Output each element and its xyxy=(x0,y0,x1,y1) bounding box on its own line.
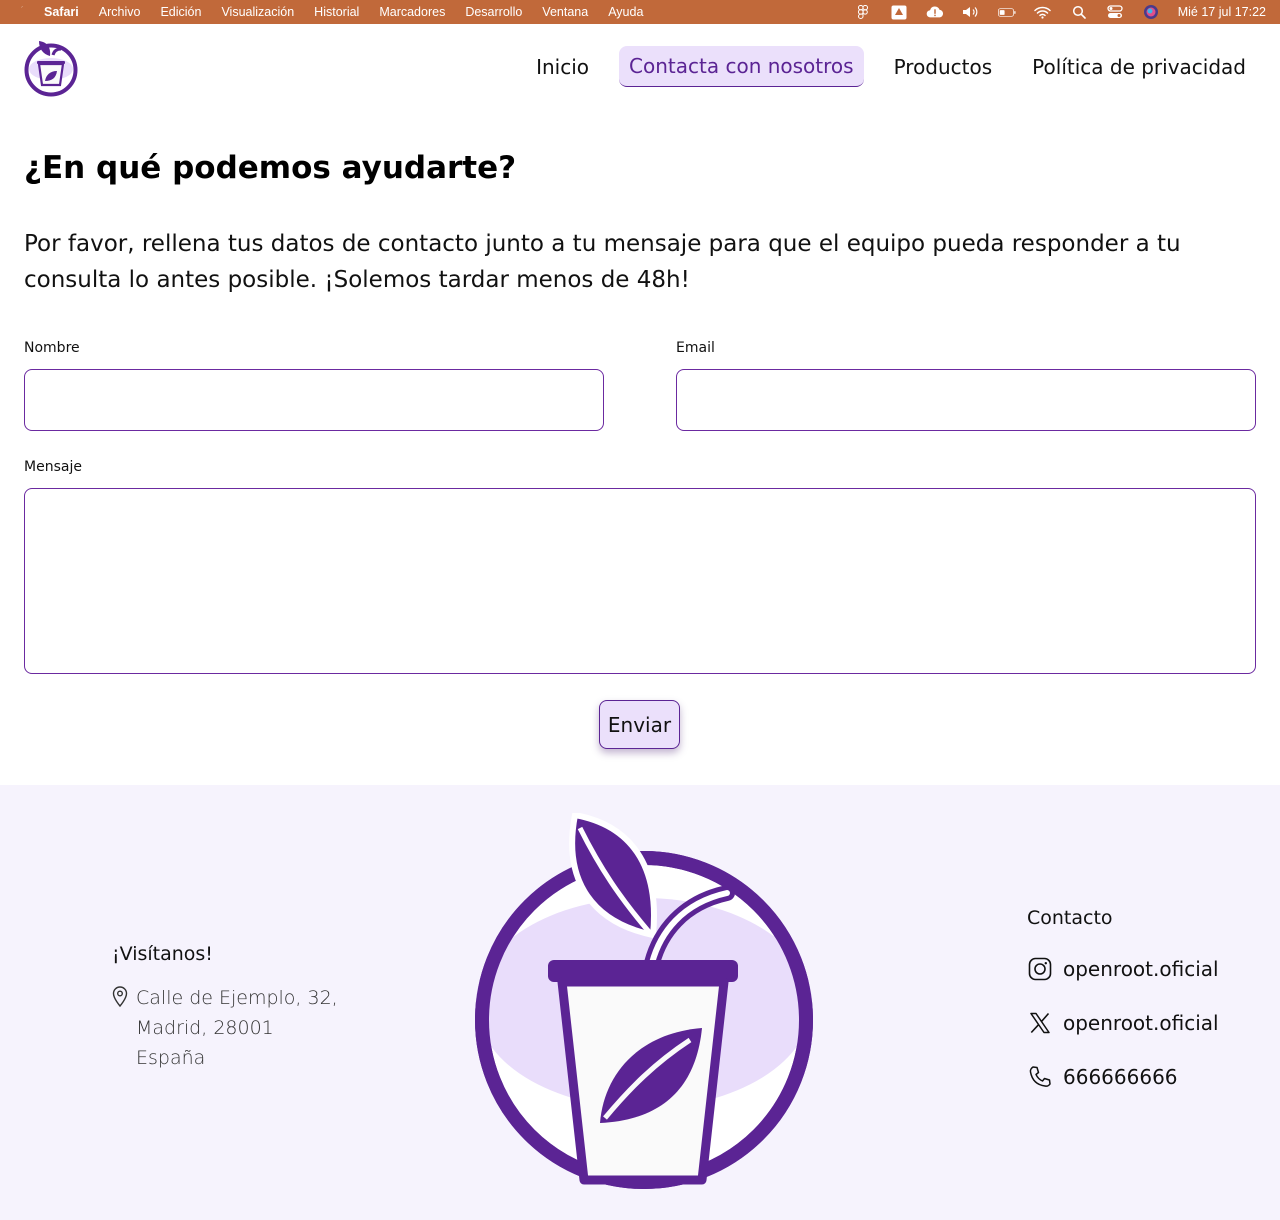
menu-marcadores[interactable]: Marcadores xyxy=(379,5,445,19)
contact-text: openroot.oficial xyxy=(1063,1010,1219,1035)
menu-archivo[interactable]: Archivo xyxy=(99,5,141,19)
menu-ventana[interactable]: Ventana xyxy=(542,5,588,19)
contact-title: Contacto xyxy=(1027,907,1113,929)
siri-icon[interactable] xyxy=(1142,5,1160,19)
contact-phone[interactable]: 666666666 xyxy=(1027,1064,1178,1089)
address-line: España xyxy=(136,1047,206,1069)
nav-inicio[interactable]: Inicio xyxy=(526,47,599,87)
menu-desarrollo[interactable]: Desarrollo xyxy=(465,5,522,19)
email-label: Email xyxy=(676,340,715,356)
message-label: Mensaje xyxy=(24,459,82,475)
figma-icon[interactable] xyxy=(854,5,872,19)
name-input[interactable] xyxy=(24,369,604,431)
menu-ayuda[interactable]: Ayuda xyxy=(608,5,643,19)
message-textarea[interactable] xyxy=(24,488,1256,674)
instagram-icon xyxy=(1027,956,1052,981)
menu-historial[interactable]: Historial xyxy=(314,5,359,19)
site-header: Inicio Contacta con nosotros Productos P… xyxy=(0,24,1280,110)
email-input[interactable] xyxy=(676,369,1256,431)
intro-text: Por favor, rellena tus datos de contacto… xyxy=(24,231,1181,293)
main-nav: Inicio Contacta con nosotros Productos P… xyxy=(526,46,1256,87)
nav-productos[interactable]: Productos xyxy=(884,47,1003,87)
contact-instagram[interactable]: openroot.oficial xyxy=(1027,956,1219,981)
nav-privacidad[interactable]: Política de privacidad xyxy=(1022,47,1256,87)
contact-x[interactable]: openroot.oficial xyxy=(1027,1010,1219,1035)
menu-edicion[interactable]: Edición xyxy=(160,5,201,19)
menu-visualizacion[interactable]: Visualización xyxy=(221,5,294,19)
site-logo[interactable] xyxy=(24,37,78,97)
footer-logo xyxy=(470,811,820,1193)
submit-button[interactable]: Enviar xyxy=(599,700,680,749)
volume-icon[interactable] xyxy=(962,5,980,19)
wifi-icon[interactable] xyxy=(1034,5,1052,19)
macos-menu-bar: Safari Archivo Edición Visualización His… xyxy=(0,0,1280,24)
menubar-clock[interactable]: Mié 17 jul 17:22 xyxy=(1178,5,1266,19)
search-icon[interactable] xyxy=(1070,5,1088,19)
apple-icon[interactable] xyxy=(14,5,28,19)
phone-icon xyxy=(1027,1064,1052,1089)
nav-contacta[interactable]: Contacta con nosotros xyxy=(619,46,864,87)
site-footer: ¡Visítanos! Calle de Ejemplo, 32, Madrid… xyxy=(0,785,1280,1220)
cloud-alert-icon[interactable] xyxy=(926,5,944,19)
address-line: Calle de Ejemplo, 32, xyxy=(136,987,338,1009)
contact-text: openroot.oficial xyxy=(1063,956,1219,981)
drive-icon[interactable] xyxy=(890,5,908,19)
menu-safari[interactable]: Safari xyxy=(44,5,79,19)
name-label: Nombre xyxy=(24,340,80,356)
location-pin-icon xyxy=(112,986,128,1008)
address-line: Madrid, 28001 xyxy=(136,1017,274,1039)
battery-icon[interactable] xyxy=(997,5,1016,19)
x-icon xyxy=(1027,1010,1052,1035)
contact-text: 666666666 xyxy=(1063,1064,1178,1089)
address-block: Calle de Ejemplo, 32, Madrid, 28001 Espa… xyxy=(112,983,338,1073)
control-center-icon[interactable] xyxy=(1106,5,1124,19)
page-title: ¿En qué podemos ayudarte? xyxy=(24,150,517,186)
visit-title: ¡Visítanos! xyxy=(112,943,213,965)
